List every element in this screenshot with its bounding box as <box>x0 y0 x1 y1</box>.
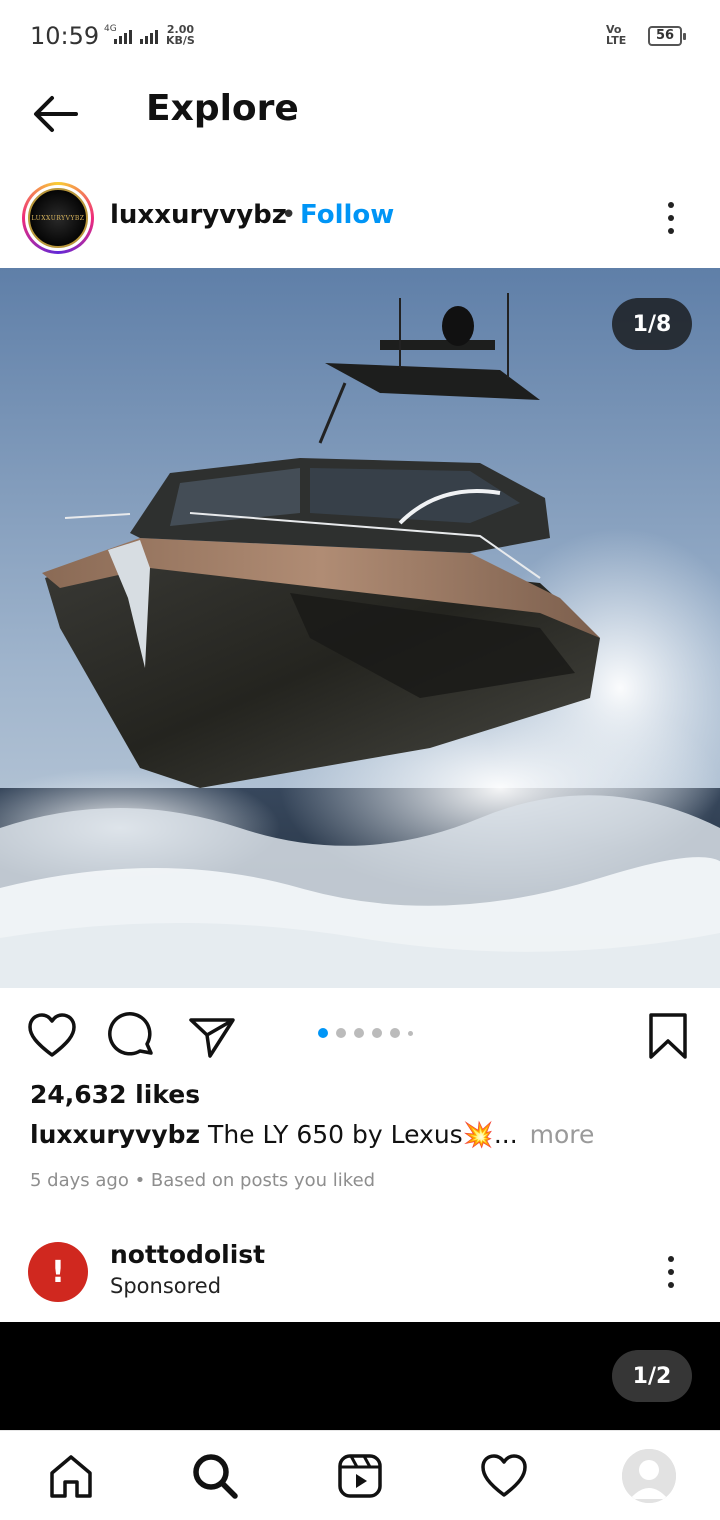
alert-icon: ! <box>51 1254 65 1290</box>
yacht-photo <box>0 268 720 988</box>
carousel-dot <box>390 1028 400 1038</box>
post-actions <box>0 1004 720 1068</box>
heart-icon <box>28 1013 76 1057</box>
battery-icon: 56 <box>648 26 686 46</box>
signal-icon <box>114 28 132 44</box>
sponsored-username[interactable]: nottodolist <box>110 1240 265 1269</box>
reels-icon <box>338 1454 382 1498</box>
save-button[interactable] <box>642 1010 694 1062</box>
status-bar: 10:59 4G 2.00 KB/S Vo LTE 56 <box>0 0 720 70</box>
bookmark-icon <box>649 1013 687 1059</box>
follow-button[interactable]: Follow <box>300 200 394 230</box>
volte-indicator: Vo LTE <box>606 24 626 46</box>
carousel-dot <box>336 1028 346 1038</box>
comment-icon <box>108 1012 153 1056</box>
avatar-logo: LUXXURYVYBZ <box>31 214 85 222</box>
send-icon <box>189 1018 235 1058</box>
arrow-left-icon <box>34 96 78 132</box>
home-icon <box>50 1455 92 1498</box>
carousel-dot <box>372 1028 382 1038</box>
status-time: 10:59 <box>30 22 100 50</box>
nav-home[interactable] <box>46 1451 96 1501</box>
separator-dot: • <box>281 200 297 230</box>
post-timestamp: 5 days ago • Based on posts you liked <box>30 1170 376 1191</box>
post-header: LUXXURYVYBZ luxxuryvybz • Follow <box>0 176 720 262</box>
image-counter: 1/8 <box>612 298 692 350</box>
post-avatar[interactable]: LUXXURYVYBZ <box>22 182 94 254</box>
post-image[interactable]: 1/8 <box>0 268 720 988</box>
back-button[interactable] <box>28 90 84 138</box>
nav-search[interactable] <box>190 1451 240 1501</box>
volte-bottom: LTE <box>606 34 627 47</box>
sponsored-avatar[interactable]: ! <box>28 1242 88 1302</box>
share-button[interactable] <box>186 1010 238 1062</box>
sponsored-more-options-icon[interactable] <box>656 1250 686 1294</box>
nav-activity[interactable] <box>479 1451 529 1501</box>
bottom-navigation <box>0 1430 720 1520</box>
carousel-dot <box>408 1030 413 1036</box>
carousel-dot <box>354 1028 364 1038</box>
caption-more-link[interactable]: more <box>530 1120 595 1149</box>
data-rate-unit: KB/S <box>166 34 195 47</box>
avatar-image: LUXXURYVYBZ <box>28 188 88 248</box>
more-options-icon[interactable] <box>656 196 686 240</box>
activity-heart-icon <box>481 1454 527 1497</box>
like-button[interactable] <box>26 1010 78 1062</box>
sponsored-image-counter: 1/2 <box>612 1350 692 1402</box>
post-username[interactable]: luxxuryvybz <box>110 200 287 230</box>
comment-button[interactable] <box>106 1010 158 1062</box>
search-icon <box>193 1454 238 1499</box>
page-title: Explore <box>146 88 299 129</box>
caption-text: The LY 650 by Lexus💥... <box>208 1120 518 1149</box>
signal-icon-2 <box>140 28 158 44</box>
likes-count[interactable]: 24,632 likes <box>30 1080 200 1109</box>
avatar-frame: LUXXURYVYBZ <box>25 185 91 251</box>
profile-avatar-icon <box>622 1449 676 1503</box>
carousel-dot <box>318 1028 328 1038</box>
data-rate: 2.00 KB/S <box>166 24 195 46</box>
top-header: Explore <box>0 70 720 160</box>
sponsored-label: Sponsored <box>110 1274 222 1298</box>
caption-username[interactable]: luxxuryvybz <box>30 1120 200 1149</box>
sponsored-image[interactable]: 1/2 <box>0 1322 720 1430</box>
signal-indicators: 4G <box>104 22 160 46</box>
carousel-indicator <box>318 1028 413 1038</box>
post-caption: luxxuryvybz The LY 650 by Lexus💥... more <box>30 1120 594 1150</box>
nav-profile-avatar[interactable] <box>622 1449 676 1503</box>
nav-reels[interactable] <box>335 1451 385 1501</box>
